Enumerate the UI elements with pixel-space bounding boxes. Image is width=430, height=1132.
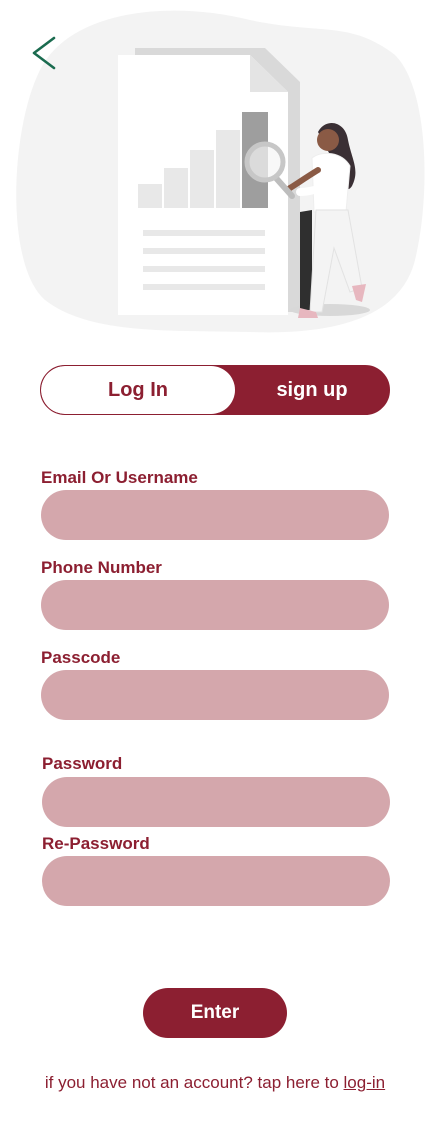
passcode-input[interactable] [41,670,389,720]
tab-signup[interactable]: sign up [235,366,389,414]
back-arrow-icon [32,36,56,70]
tab-login[interactable]: Log In [41,366,235,414]
footer-text: if you have not an account? tap here to [44,1073,344,1092]
re-password-label: Re-Password [42,834,150,853]
passcode-label: Passcode [41,648,121,667]
re-password-input[interactable] [42,856,390,906]
login-link[interactable]: log-in [344,1073,386,1092]
phone-number-label: Phone Number [41,558,162,577]
password-input[interactable] [42,777,390,827]
phone-number-input[interactable] [41,580,389,630]
password-label: Password [42,754,123,773]
footer-prompt: if you have not an account? tap here to … [0,1073,430,1093]
email-username-label: Email Or Username [41,468,198,487]
auth-mode-toggle: Log In sign up [40,365,390,415]
email-username-input[interactable] [41,490,389,540]
enter-button[interactable]: Enter [143,988,287,1038]
back-button[interactable] [26,32,66,76]
